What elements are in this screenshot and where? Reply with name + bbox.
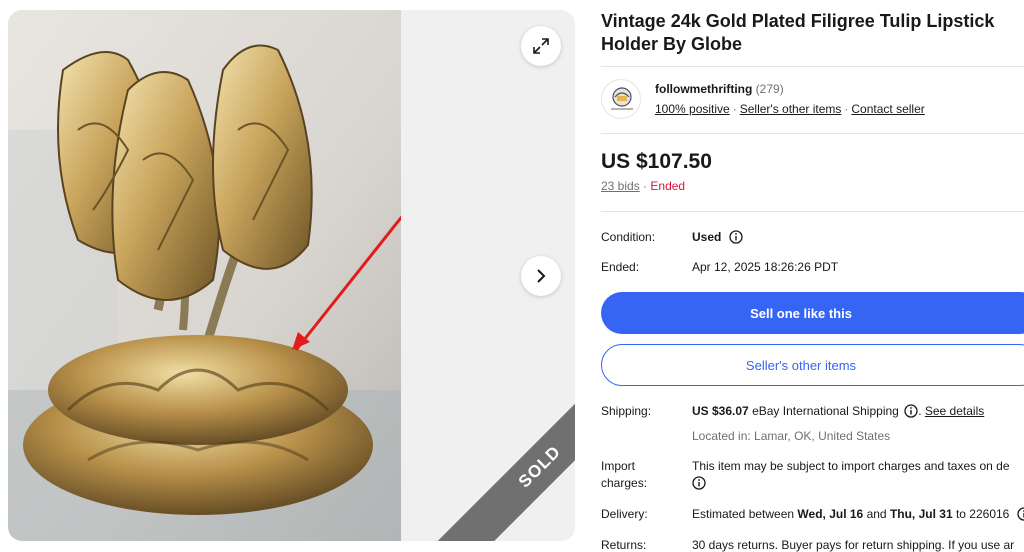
divider bbox=[601, 133, 1024, 134]
ended-value: Apr 12, 2025 18:26:26 PDT bbox=[692, 260, 839, 274]
returns-text: 30 days returns. Buyer pays for return s… bbox=[692, 538, 1015, 552]
seller-name[interactable]: followmethrifting bbox=[655, 82, 752, 96]
divider bbox=[601, 66, 1024, 67]
import-charges-label-line1: Import bbox=[601, 459, 636, 473]
contact-seller-link[interactable]: Contact seller bbox=[851, 102, 924, 116]
next-image-button[interactable] bbox=[521, 256, 561, 296]
separator: · bbox=[844, 102, 849, 116]
sell-one-like-this-button[interactable]: Sell one like this bbox=[601, 292, 1024, 334]
chevron-right-icon bbox=[537, 269, 546, 283]
ended-label: Ended: bbox=[601, 260, 640, 274]
delivery-value-row: Estimated between Wed, Jul 16 and Thu, J… bbox=[692, 506, 1024, 523]
shipping-value-row: US $36.07 eBay International Shipping . … bbox=[692, 404, 985, 418]
seller-links: 100% positive · Seller's other items · Conta… bbox=[655, 102, 925, 116]
separator: · bbox=[732, 102, 737, 116]
item-price: US $107.50 bbox=[601, 150, 712, 173]
seller-feedback-count: (279) bbox=[755, 82, 784, 96]
seller-name-row: followmethrifting (279) bbox=[655, 82, 784, 96]
info-icon[interactable] bbox=[1017, 507, 1024, 521]
item-title: Vintage 24k Gold Plated Filigree Tulip L… bbox=[601, 11, 995, 54]
see-details-link[interactable]: See details bbox=[925, 404, 984, 418]
separator: · bbox=[643, 179, 648, 193]
info-icon[interactable] bbox=[729, 230, 743, 244]
image-gallery: SOLD bbox=[8, 10, 575, 541]
bids-link[interactable]: 23 bids bbox=[601, 179, 640, 193]
import-charges-label-line2: charges: bbox=[601, 476, 648, 490]
delivery-label: Delivery: bbox=[601, 507, 648, 521]
product-photo[interactable] bbox=[8, 10, 401, 541]
expand-icon bbox=[533, 38, 549, 54]
bids-row: 23 bids · Ended bbox=[601, 179, 685, 193]
delivery-end: Thu, Jul 31 bbox=[889, 507, 953, 521]
sellers-other-items-button[interactable]: Seller's other items bbox=[601, 344, 1024, 386]
shipping-label: Shipping: bbox=[601, 404, 652, 418]
condition-value: Used bbox=[692, 230, 722, 244]
delivery-suffix: to 226016 bbox=[955, 507, 1010, 521]
info-icon[interactable] bbox=[904, 404, 918, 418]
condition-value-row: Used bbox=[692, 229, 743, 246]
returns-label: Returns: bbox=[601, 538, 647, 552]
delivery-prefix: Estimated between bbox=[692, 507, 795, 521]
item-location: Located in: Lamar, OK, United States bbox=[692, 429, 891, 443]
import-charges-text: This item may be subject to import charg… bbox=[692, 459, 1010, 473]
sold-badge: SOLD bbox=[433, 360, 575, 541]
positive-feedback-link[interactable]: 100% positive bbox=[655, 102, 730, 116]
seller-avatar[interactable] bbox=[601, 79, 641, 119]
divider bbox=[601, 211, 1024, 212]
seller-other-items-link[interactable]: Seller's other items bbox=[740, 102, 842, 116]
delivery-and: and bbox=[866, 507, 887, 521]
info-icon[interactable] bbox=[692, 476, 706, 490]
shipping-method: eBay International Shipping bbox=[752, 404, 899, 418]
condition-label: Condition: bbox=[601, 230, 656, 244]
import-info-row bbox=[692, 475, 706, 492]
seller-logo-icon bbox=[611, 87, 633, 110]
expand-image-button[interactable] bbox=[521, 26, 561, 66]
delivery-start: Wed, Jul 16 bbox=[797, 507, 864, 521]
listing-status: Ended bbox=[650, 179, 686, 193]
shipping-amount: US $36.07 bbox=[692, 404, 749, 418]
